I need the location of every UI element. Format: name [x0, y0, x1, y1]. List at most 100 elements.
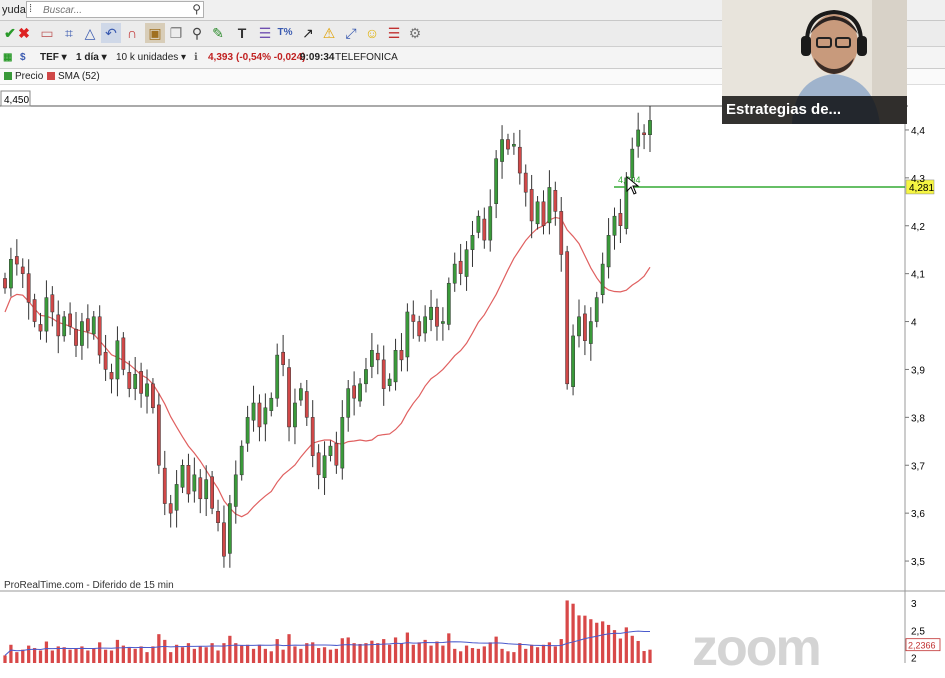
candle-body: [204, 479, 209, 500]
volume-bar: [589, 619, 593, 663]
pencil-icon[interactable]: ✎: [208, 23, 228, 43]
volume-bar: [192, 648, 196, 663]
volume-bar: [245, 644, 250, 663]
candle-body: [251, 402, 256, 421]
candle-body: [429, 306, 433, 320]
search-input[interactable]: [41, 2, 190, 19]
undo-icon[interactable]: ↶: [101, 23, 121, 43]
volume-bar: [328, 649, 333, 663]
volume-bar: [601, 621, 605, 663]
volume-bar: [21, 649, 25, 663]
close-icon[interactable]: ✖: [14, 23, 34, 43]
volume-bar: [68, 649, 72, 663]
lines-icon[interactable]: ☰: [384, 23, 404, 43]
volume-bar: [115, 639, 120, 663]
settings-icon[interactable]: ⚙: [405, 23, 425, 43]
volume-bar: [376, 643, 380, 663]
candle-body: [387, 378, 392, 386]
candle-body: [541, 201, 546, 227]
candle-body: [121, 337, 126, 370]
search-field[interactable]: ⁞ ⚲: [26, 1, 204, 19]
search-icon[interactable]: ⚲: [192, 2, 201, 16]
candle-body: [133, 373, 138, 389]
dollar-icon[interactable]: $: [20, 50, 26, 65]
arrow-icon[interactable]: ↗: [298, 23, 318, 43]
candle-body: [62, 316, 67, 337]
volume-bar: [15, 652, 19, 663]
volume-bar: [169, 652, 173, 663]
volume-bar: [145, 652, 149, 663]
diagonal-icon[interactable]: ⤢: [341, 23, 361, 43]
crosshair-icon[interactable]: ⌗: [59, 23, 79, 43]
candle-body: [470, 235, 475, 250]
copy-icon[interactable]: ❐: [166, 23, 186, 43]
legend-price[interactable]: Precio: [4, 70, 43, 83]
volume-bar: [293, 646, 297, 663]
candle-body: [9, 259, 13, 289]
volume-bar: [441, 645, 445, 663]
rectangle-icon[interactable]: ▭: [37, 23, 57, 43]
volume-bar: [577, 615, 581, 663]
legend-sma[interactable]: SMA (52): [47, 70, 100, 83]
volume-bar: [388, 644, 392, 663]
candle-body: [559, 211, 564, 255]
volume-bar: [340, 638, 344, 663]
percent-icon[interactable]: T%: [275, 23, 295, 43]
candle-body: [316, 452, 321, 476]
magnet-icon[interactable]: ∩: [122, 23, 142, 43]
volume-bar: [92, 648, 96, 663]
source-label: ProRealTime.com - Diferido de 15 min: [4, 580, 174, 591]
lock-icon[interactable]: ▣: [145, 23, 165, 43]
candle-body: [74, 328, 78, 346]
volume-bar: [364, 643, 368, 663]
candle-body: [103, 351, 108, 370]
candle-body: [20, 266, 25, 274]
volume-bar: [334, 648, 339, 663]
list-icon[interactable]: ☰: [255, 23, 275, 43]
candle-body: [636, 129, 641, 147]
candle-body: [151, 383, 155, 409]
volume-bar: [9, 644, 13, 663]
volume-bar: [174, 644, 179, 663]
candle-body: [109, 372, 114, 380]
volume-bar: [198, 646, 202, 663]
candle-body: [156, 404, 161, 466]
info-icon[interactable]: ℹ: [194, 50, 198, 65]
volume-bar: [32, 648, 37, 663]
candle-body: [588, 321, 593, 344]
period-dropdown[interactable]: 1 día ▾: [76, 50, 107, 65]
chart-canvas[interactable]: 4,450 4,3944,281 4,44,34,24,143,93,83,73…: [0, 85, 945, 665]
y-tick-label: 3,7: [911, 461, 925, 472]
candle-body: [222, 522, 226, 557]
smiley-icon[interactable]: ☺: [362, 23, 382, 43]
help-menu[interactable]: yuda: [2, 4, 26, 16]
volume-bar: [180, 647, 185, 663]
participant-name: Estrategias de...: [722, 96, 907, 124]
candle-body: [227, 503, 232, 554]
candle-body: [352, 385, 357, 399]
candle-body: [26, 273, 31, 303]
candle-body: [512, 144, 516, 147]
volume-bar: [530, 644, 534, 663]
candle-body: [168, 503, 173, 514]
zoom-icon[interactable]: ⚲: [187, 23, 207, 43]
candle-body: [80, 321, 84, 346]
y-tick-label: 4,2: [911, 222, 925, 233]
volume-bar: [618, 638, 623, 663]
candle-body: [577, 316, 581, 337]
volume-bar: [163, 639, 167, 663]
grid-icon[interactable]: ▦: [3, 50, 12, 65]
volume-bar: [518, 643, 522, 663]
volume-bar: [524, 648, 528, 663]
candle-body: [405, 311, 410, 358]
warning-icon[interactable]: ⚠: [319, 23, 339, 43]
candle-body: [310, 417, 315, 456]
volume-bar: [352, 643, 356, 663]
text-icon[interactable]: T: [232, 23, 252, 43]
price-chart[interactable]: 4,450 4,3944,281 4,44,34,24,143,93,83,73…: [0, 85, 945, 665]
candle-body: [506, 139, 510, 150]
triangle-icon[interactable]: △: [80, 23, 100, 43]
symbol-dropdown[interactable]: TEF ▾: [40, 50, 67, 65]
volume-bar: [269, 651, 273, 663]
units-dropdown[interactable]: 10 k unidades ▾: [116, 50, 186, 65]
